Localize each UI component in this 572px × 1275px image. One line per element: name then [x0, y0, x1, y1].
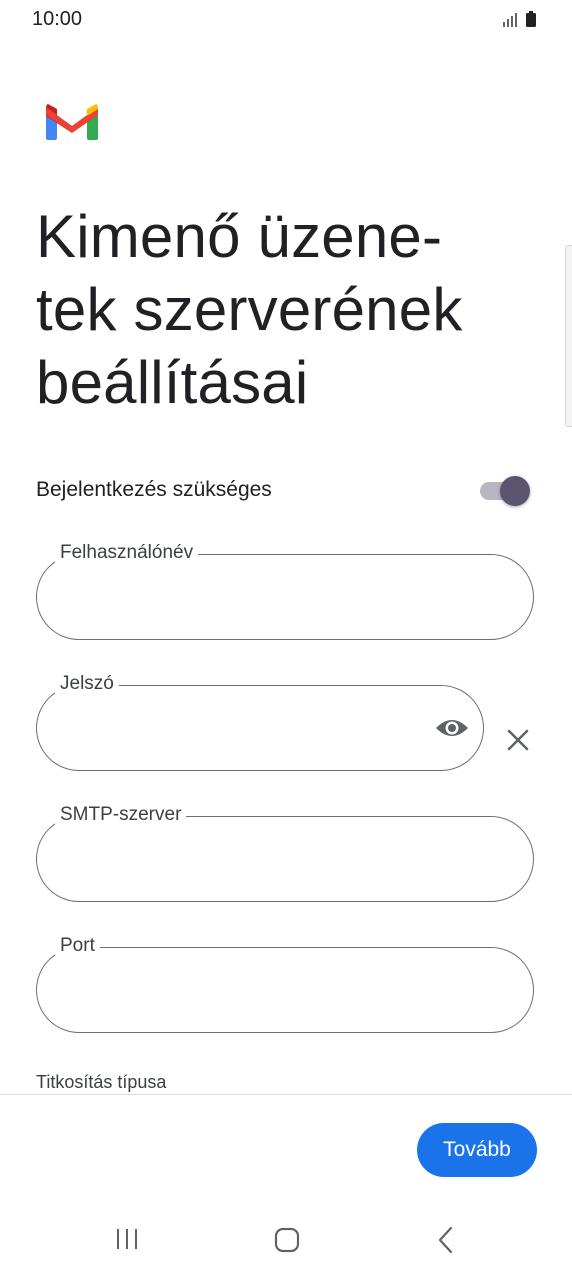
port-input[interactable] [59, 972, 463, 1010]
login-required-row[interactable]: Bejelentkezés szükséges [36, 470, 534, 512]
login-required-toggle[interactable] [480, 475, 532, 507]
scroll-indicator[interactable] [565, 245, 572, 427]
port-label: Port [55, 934, 100, 958]
username-input[interactable] [59, 579, 463, 617]
smtp-server-label: SMTP-szerver [55, 803, 187, 827]
encryption-type-label: Titkosítás típusa [36, 1072, 167, 1092]
close-icon[interactable] [506, 728, 530, 752]
username-field[interactable]: Felhasználónév [36, 541, 534, 640]
navigation-bar [0, 1205, 572, 1275]
port-field[interactable]: Port [36, 934, 534, 1033]
status-time: 10:00 [32, 8, 83, 30]
signal-icon [503, 13, 517, 27]
eye-icon[interactable] [435, 714, 469, 742]
next-button[interactable]: Tovább [417, 1123, 537, 1177]
status-icons [502, 10, 542, 28]
status-bar: 10:00 [0, 0, 572, 40]
password-label: Jelszó [55, 672, 119, 696]
home-icon[interactable] [274, 1227, 300, 1253]
password-input[interactable] [59, 710, 403, 748]
back-icon[interactable] [436, 1225, 456, 1255]
gmail-logo-icon [46, 104, 98, 140]
smtp-server-field[interactable]: SMTP-szerver [36, 803, 534, 902]
recents-icon[interactable] [114, 1227, 140, 1251]
smtp-server-input[interactable] [59, 841, 463, 879]
page-title: Kimenő üzene-tek szerverének beállításai [36, 203, 463, 416]
login-required-label: Bejelentkezés szükséges [36, 478, 272, 501]
toggle-thumb [500, 476, 530, 506]
username-label: Felhasználónév [55, 541, 199, 565]
battery-icon [526, 11, 536, 27]
password-field[interactable]: Jelszó [36, 672, 484, 771]
